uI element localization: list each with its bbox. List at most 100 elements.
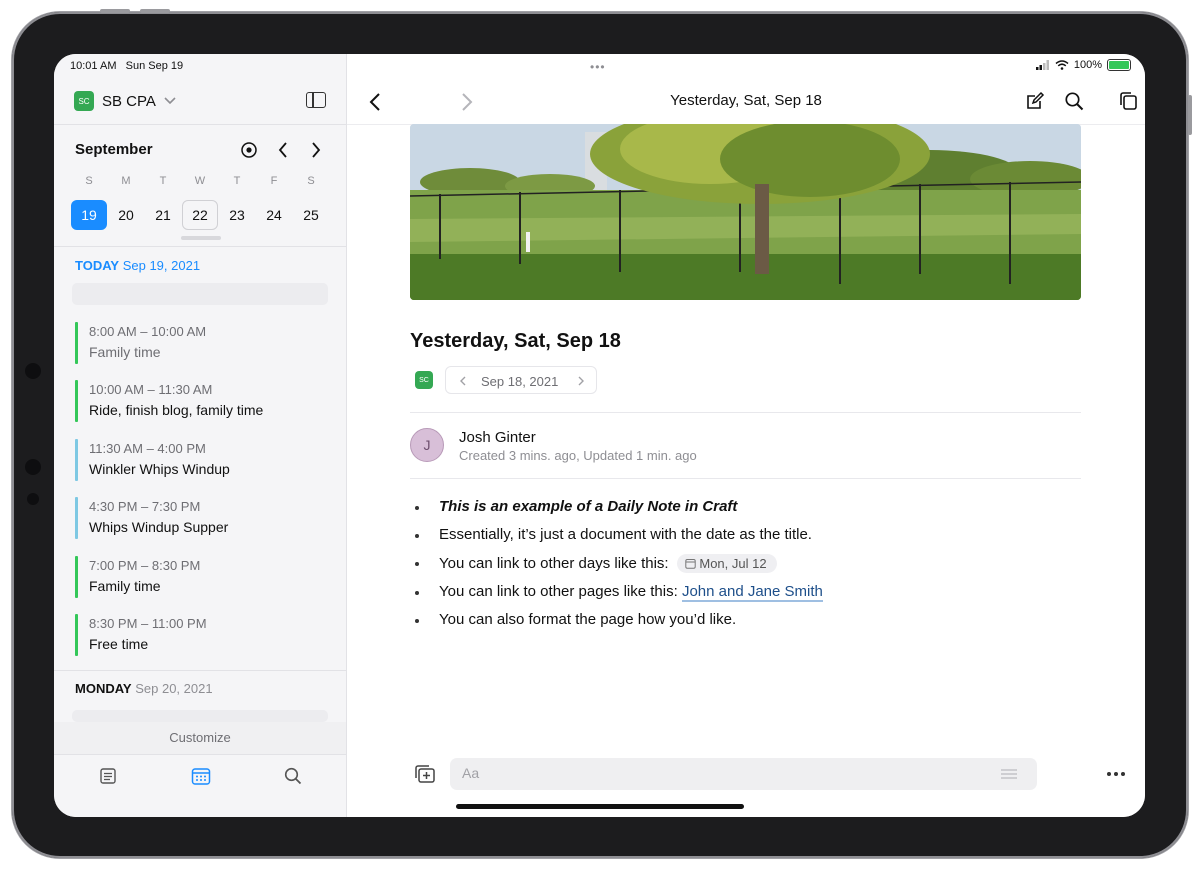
customize-button[interactable]: Customize [54,722,346,754]
list-item-text: You can link to other pages like this: J… [439,583,823,602]
divider [54,670,346,671]
calendar-event[interactable]: 11:30 AM – 4:00 PM Winkler Whips Windup [75,439,325,481]
sidebar: 10:01 AM Sun Sep 19 SC SB CPA September … [54,54,347,817]
volume-button [140,9,170,13]
document-title[interactable]: Yesterday, Sat, Sep 18 [410,330,621,353]
monday-header: MONDAY Sep 20, 2021 [75,681,213,696]
cover-image[interactable] [410,124,1081,300]
document-icon[interactable] [99,767,117,785]
home-indicator[interactable] [456,804,744,809]
search-icon[interactable] [1064,91,1084,111]
event-time: 8:30 PM – 11:00 PM [89,616,207,631]
weekday-label: M [121,175,131,187]
camera-dot [27,493,39,505]
list-item-text: This is an example of a Daily Note in Cr… [439,498,738,515]
calendar-event[interactable]: 10:00 AM – 11:30 AM Ride, finish blog, f… [75,380,325,422]
event-color-bar [75,322,78,364]
page-link[interactable]: John and Jane Smith [681,583,823,602]
author-meta: Created 3 mins. ago, Updated 1 min. ago [459,448,697,463]
monday-note-placeholder[interactable] [72,710,328,722]
document-space-badge: SC [415,371,433,389]
composer [450,758,1037,790]
calendar-icon[interactable] [191,767,211,785]
park-photo [410,124,1081,300]
list-item[interactable]: You can link to other days like this: Mo… [410,553,1090,577]
weekday-label: W [194,175,206,187]
document-pane: ••• 100% Yesterday, Sat, Sep 18 Yesterda… [347,54,1145,817]
bullet-dot [415,562,419,566]
chevron-down-icon [164,97,176,105]
chevron-left-icon[interactable] [277,142,289,158]
divider [410,478,1081,479]
event-color-bar [75,614,78,656]
chevron-right-icon[interactable] [310,142,322,158]
divider [54,124,346,125]
bullet-dot [415,591,419,595]
list-item[interactable]: You can link to other pages like this: J… [410,582,1090,606]
multitasking-dots[interactable]: ••• [590,60,606,74]
wifi-icon [1055,60,1069,70]
screen: 10:01 AM Sun Sep 19 SC SB CPA September … [54,54,1145,817]
search-icon[interactable] [284,767,302,785]
battery-percent: 100% [1073,59,1102,71]
windows-icon[interactable] [1118,91,1138,111]
event-title: Free time [89,636,149,652]
calendar-day[interactable]: 25 [293,200,329,230]
space-name: SB CPA [102,92,156,110]
space-switcher[interactable]: SC SB CPA [74,91,176,111]
event-title: Ride, finish blog, family time [89,402,264,418]
daily-note-date[interactable]: Sep 18, 2021 [481,374,558,389]
battery-icon [1107,59,1131,71]
divider [54,246,346,247]
today-note-placeholder[interactable] [72,283,328,305]
target-icon[interactable] [240,141,258,159]
avatar: J [410,428,444,462]
list-item[interactable]: Essentially, it’s just a document with t… [410,525,1090,549]
bullet-dot [415,506,419,510]
cellular-icon [1035,60,1049,70]
list-item-text: You can link to other days like this: Mo… [439,554,777,573]
calendar-day[interactable]: 24 [256,200,292,230]
list-item[interactable]: You can also format the page how you’d l… [410,610,1090,634]
space-badge: SC [74,91,94,111]
compose-icon[interactable] [1025,91,1045,111]
calendar-event[interactable]: 7:00 PM – 8:30 PM Family time [75,556,325,598]
date-link-chip[interactable]: Mon, Jul 12 [676,554,777,573]
power-button [1188,95,1192,135]
calendar-day[interactable]: 23 [219,200,255,230]
calendar-day-selected[interactable]: 19 [71,200,107,230]
sidebar-toggle-icon[interactable] [306,92,326,108]
calendar-day[interactable]: 20 [108,200,144,230]
hamburger-icon[interactable] [1001,769,1017,779]
event-color-bar [75,497,78,539]
weekday-label: S [307,175,315,187]
status-time: 10:01 AM Sun Sep 19 [70,60,184,72]
daily-note-date-nav: Sep 18, 2021 [445,366,597,394]
divider [54,754,346,755]
calendar-day-current-doc[interactable]: 22 [182,200,218,230]
calendar-icon [685,559,696,569]
today-header: TODAY Sep 19, 2021 [75,258,201,273]
list-item[interactable]: This is an example of a Daily Note in Cr… [410,497,1090,521]
list-item-text: You can also format the page how you’d l… [439,611,737,628]
event-color-bar [75,439,78,481]
more-icon[interactable] [1106,771,1126,777]
event-color-bar [75,380,78,422]
calendar-day[interactable]: 21 [145,200,181,230]
weekday-label: T [233,175,241,187]
author-name: Josh Ginter [459,429,536,446]
list-item-text: Essentially, it’s just a document with t… [439,526,812,543]
calendar-event[interactable]: 4:30 PM – 7:30 PM Whips Windup Supper [75,497,325,539]
volume-button [100,9,130,13]
calendar-event[interactable]: 8:00 AM – 10:00 AM Family time [75,322,325,364]
chevron-left-icon[interactable] [459,376,466,386]
add-block-icon[interactable] [414,765,436,783]
chevron-right-icon[interactable] [578,376,585,386]
calendar-event[interactable]: 8:30 PM – 11:00 PM Free time [75,614,325,656]
event-time: 11:30 AM – 4:00 PM [89,441,206,456]
composer-input[interactable] [460,764,984,782]
divider [410,412,1081,413]
camera-dot [25,459,41,475]
calendar-expand-handle[interactable] [181,236,221,240]
event-time: 7:00 PM – 8:30 PM [89,558,201,573]
